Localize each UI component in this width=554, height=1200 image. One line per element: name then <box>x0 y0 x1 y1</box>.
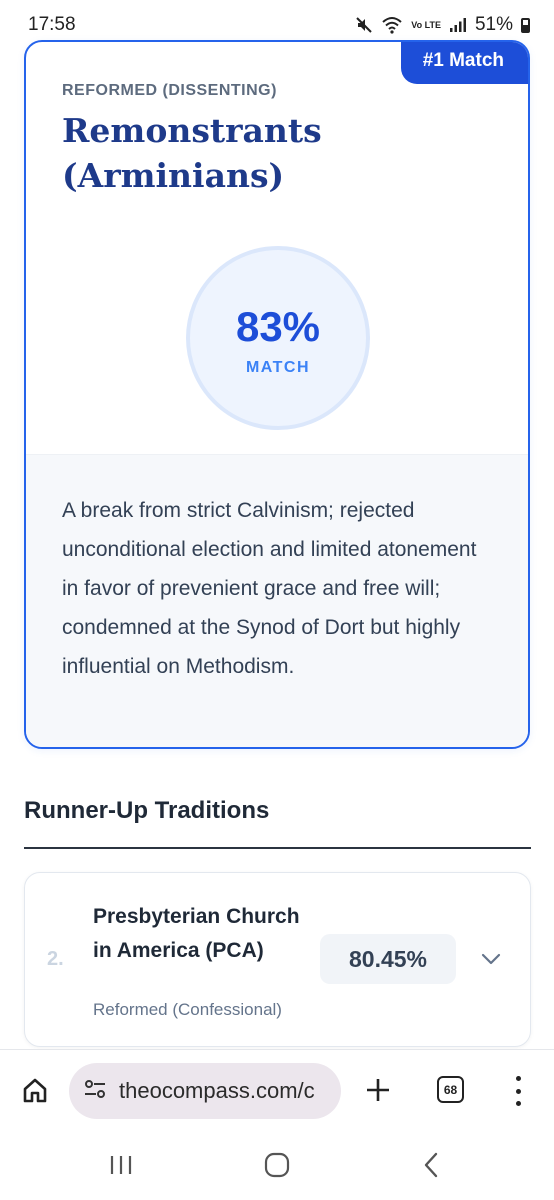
nav-home-icon[interactable] <box>264 1152 290 1183</box>
runner-rank: 2. <box>47 948 64 970</box>
runner-up-card[interactable]: 2. Presbyterian Church in America (PCA) … <box>24 872 531 1047</box>
url-text: theocompass.com/c <box>119 1078 315 1103</box>
home-icon[interactable] <box>20 1075 50 1105</box>
score-circle: 83% MATCH <box>186 246 370 430</box>
runner-name: Presbyterian Church in America (PCA) <box>93 905 300 962</box>
battery-icon <box>521 17 530 33</box>
score-label: MATCH <box>245 359 311 376</box>
status-icons: Vo LTE 51% <box>355 14 530 36</box>
signal-icon <box>449 17 467 33</box>
section-divider <box>24 847 531 849</box>
more-menu-icon[interactable] <box>510 1076 526 1106</box>
runner-score-badge: 80.45% <box>320 934 456 984</box>
runner-category: Reformed (Confessional) <box>93 1000 282 1019</box>
recent-apps-icon[interactable] <box>109 1153 133 1182</box>
tradition-category: REFORMED (DISSENTING) <box>62 82 277 99</box>
tradition-name: Remonstrants (Arminians) <box>62 111 322 195</box>
tradition-description: A break from strict Calvinism; rejected … <box>26 454 528 747</box>
match-header: REFORMED (DISSENTING) Remonstrants (Armi… <box>26 42 528 454</box>
back-icon[interactable] <box>421 1151 441 1184</box>
chevron-down-icon[interactable] <box>477 947 505 971</box>
score-value: 83% <box>235 303 321 350</box>
top-match-card: #1 Match REFORMED (DISSENTING) Remonstra… <box>24 40 530 749</box>
new-tab-icon[interactable] <box>364 1076 392 1104</box>
browser-toolbar: theocompass.com/c 68 <box>0 1049 554 1131</box>
wifi-icon <box>381 16 403 34</box>
system-nav-bar <box>0 1131 554 1200</box>
volte-icon: Vo LTE <box>411 19 441 30</box>
site-settings-icon[interactable] <box>83 1079 107 1104</box>
runner-up-title: Runner-Up Traditions <box>24 797 270 824</box>
battery-percent: 51% <box>474 14 513 35</box>
tab-switcher-button[interactable]: 68 <box>437 1076 464 1103</box>
mute-icon <box>355 16 373 34</box>
status-time: 17:58 <box>28 14 76 35</box>
url-bar[interactable]: theocompass.com/c <box>69 1063 341 1119</box>
